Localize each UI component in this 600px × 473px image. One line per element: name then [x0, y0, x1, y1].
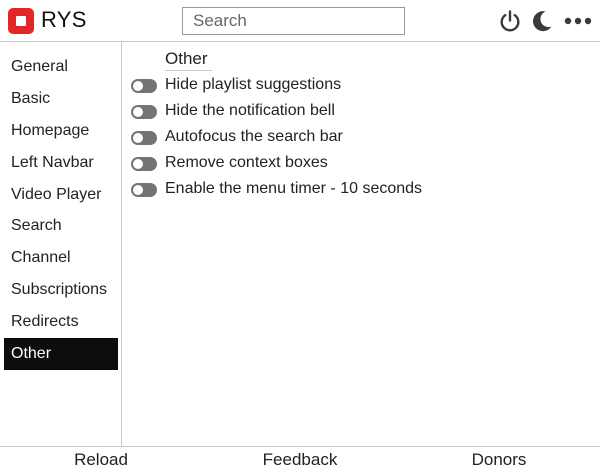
sidebar-item-search[interactable]: Search: [4, 210, 118, 242]
sidebar-item-left-navbar[interactable]: Left Navbar: [4, 147, 118, 179]
reload-button[interactable]: Reload: [74, 449, 128, 471]
section-title: Other: [165, 48, 212, 71]
option-label: Enable the menu timer - 10 seconds: [165, 180, 423, 197]
moon-icon[interactable]: [529, 8, 555, 34]
option-label: Autofocus the search bar: [165, 128, 343, 145]
app-title: RYS: [41, 7, 87, 32]
footer: Reload Feedback Donors: [0, 446, 600, 473]
donors-button[interactable]: Donors: [472, 449, 527, 471]
toggle-switch[interactable]: [131, 157, 157, 171]
toggle-switch[interactable]: [131, 105, 157, 119]
sidebar-item-redirects[interactable]: Redirects: [4, 306, 118, 338]
sidebar-item-channel[interactable]: Channel: [4, 242, 118, 274]
option-label: Hide the notification bell: [165, 102, 335, 119]
toggle-knob: [133, 81, 143, 91]
feedback-button[interactable]: Feedback: [263, 449, 338, 471]
option-label: Remove context boxes: [165, 154, 328, 171]
settings-panel: Other Hide playlist suggestions Hide the…: [123, 42, 600, 446]
more-dots-icon[interactable]: [563, 8, 593, 34]
sidebar-item-other[interactable]: Other: [4, 338, 118, 370]
header: RYS: [0, 0, 600, 42]
toggle-knob: [133, 133, 143, 143]
toggle-switch[interactable]: [131, 131, 157, 145]
search-input[interactable]: [182, 7, 405, 35]
sidebar-item-subscriptions[interactable]: Subscriptions: [4, 274, 118, 306]
sidebar-item-general[interactable]: General: [4, 51, 118, 83]
sidebar-item-homepage[interactable]: Homepage: [4, 115, 118, 147]
toggle-switch[interactable]: [131, 183, 157, 197]
app-logo-icon: [8, 8, 34, 34]
toggle-knob: [133, 185, 143, 195]
sidebar-item-video-player[interactable]: Video Player: [4, 179, 118, 211]
toggle-switch[interactable]: [131, 79, 157, 93]
toggle-knob: [133, 107, 143, 117]
sidebar: General Basic Homepage Left Navbar Video…: [0, 42, 122, 446]
toggle-knob: [133, 159, 143, 169]
option-label: Hide playlist suggestions: [165, 76, 342, 93]
sidebar-item-basic[interactable]: Basic: [4, 83, 118, 115]
power-icon[interactable]: [497, 8, 523, 34]
